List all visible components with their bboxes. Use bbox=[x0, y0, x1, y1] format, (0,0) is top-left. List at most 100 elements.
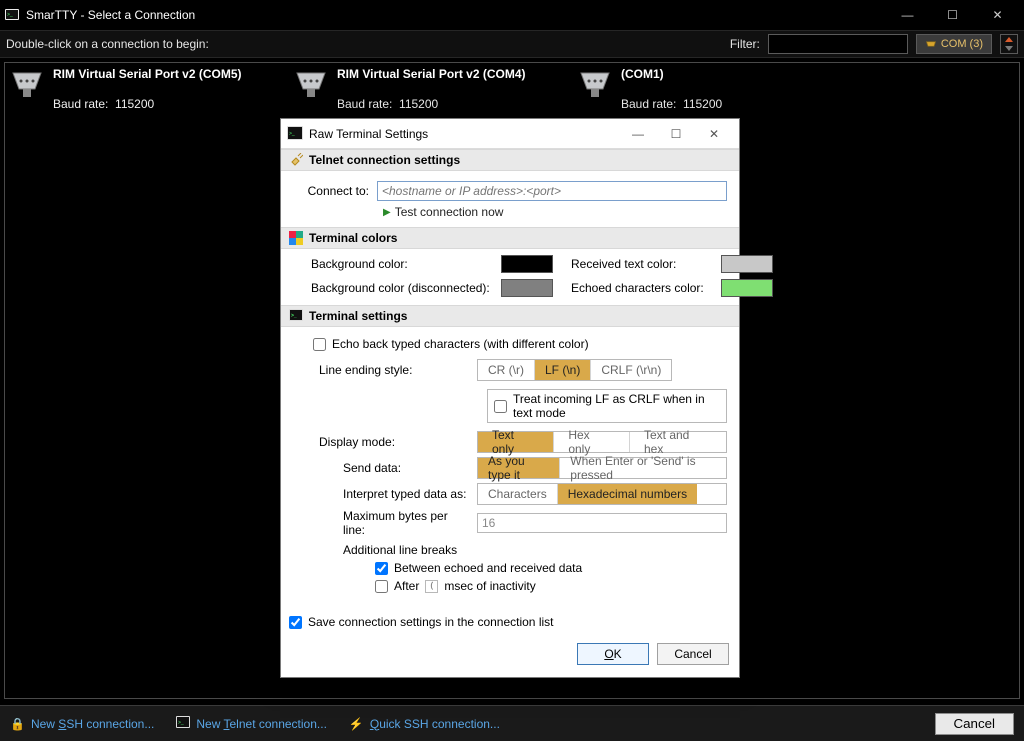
quick-ssh-link[interactable]: ⚡ Quick SSH connection... bbox=[349, 717, 500, 731]
raw-terminal-settings-dialog: >_ Raw Terminal Settings — ☐ ✕ Telnet co… bbox=[280, 118, 740, 678]
dialog-titlebar: >_ Raw Terminal Settings — ☐ ✕ bbox=[281, 119, 739, 149]
connection-item[interactable]: (COM1) Baud rate: 115200 bbox=[577, 67, 837, 111]
telnet-section-title: Telnet connection settings bbox=[309, 153, 460, 167]
test-connection-link[interactable]: ▶ Test connection now bbox=[383, 205, 727, 219]
dialog-title: Raw Terminal Settings bbox=[309, 127, 428, 141]
filter-hint: Double-click on a connection to begin: bbox=[6, 37, 209, 51]
main-titlebar: >_ SmarTTY - Select a Connection — ☐ ✕ bbox=[0, 0, 1024, 30]
display-mode-text[interactable]: Text only bbox=[478, 432, 554, 452]
connection-baudrate: Baud rate: 115200 bbox=[621, 97, 722, 111]
break-after-input[interactable] bbox=[425, 580, 438, 593]
com-ports-button[interactable]: COM (3) bbox=[916, 34, 992, 54]
connection-baudrate: Baud rate: 115200 bbox=[337, 97, 526, 111]
svg-text:>_: >_ bbox=[7, 12, 13, 18]
break-between-label: Between echoed and received data bbox=[394, 561, 582, 575]
break-after-pre: After bbox=[394, 579, 419, 593]
send-data-selector: As you type it When Enter or 'Send' is p… bbox=[477, 457, 727, 479]
send-data-typing[interactable]: As you type it bbox=[478, 458, 560, 478]
dialog-minimize-button[interactable]: — bbox=[619, 120, 657, 148]
line-ending-lf[interactable]: LF (\n) bbox=[535, 360, 591, 380]
connection-name: RIM Virtual Serial Port v2 (COM5) bbox=[53, 67, 242, 81]
bolt-icon: ⚡ bbox=[349, 717, 364, 731]
palette-icon bbox=[289, 231, 303, 245]
bgdc-color-swatch[interactable] bbox=[501, 279, 553, 297]
connection-item[interactable]: RIM Virtual Serial Port v2 (COM4) Baud r… bbox=[293, 67, 553, 111]
terminal-section-header: >_ Terminal settings bbox=[281, 305, 739, 327]
dialog-maximize-button[interactable]: ☐ bbox=[657, 120, 695, 148]
colors-section-header: Terminal colors bbox=[281, 227, 739, 249]
additional-breaks-label: Additional line breaks bbox=[343, 543, 727, 557]
svg-text:>_: >_ bbox=[291, 313, 297, 319]
serial-port-icon bbox=[577, 67, 613, 99]
filter-bar: Double-click on a connection to begin: F… bbox=[0, 30, 1024, 58]
connection-name: (COM1) bbox=[621, 67, 722, 81]
connection-baudrate: Baud rate: 115200 bbox=[53, 97, 242, 111]
interpret-label: Interpret typed data as: bbox=[319, 487, 469, 501]
serial-port-icon bbox=[9, 67, 45, 99]
telnet-section-header: Telnet connection settings bbox=[281, 149, 739, 171]
line-ending-cr[interactable]: CR (\r) bbox=[478, 360, 535, 380]
connection-name: RIM Virtual Serial Port v2 (COM4) bbox=[337, 67, 526, 81]
treat-lf-checkbox[interactable] bbox=[494, 400, 507, 413]
bg-color-label: Background color: bbox=[311, 257, 491, 271]
terminal-icon: >_ bbox=[287, 126, 303, 142]
new-telnet-link[interactable]: >_ New Telnet connection... bbox=[176, 716, 327, 731]
main-close-button[interactable]: ✕ bbox=[975, 0, 1020, 30]
echo-back-checkbox[interactable] bbox=[313, 338, 326, 351]
terminal-section-title: Terminal settings bbox=[309, 309, 407, 323]
main-minimize-button[interactable]: — bbox=[885, 0, 930, 30]
line-ending-label: Line ending style: bbox=[319, 363, 469, 377]
bottom-bar: 🔒 New SSH connection... >_ New Telnet co… bbox=[0, 705, 1024, 741]
terminal-icon: >_ bbox=[289, 309, 303, 323]
serial-port-icon bbox=[925, 38, 937, 50]
interpret-chars[interactable]: Characters bbox=[478, 484, 558, 504]
display-mode-hex[interactable]: Hex only bbox=[554, 432, 630, 452]
send-data-enter[interactable]: When Enter or 'Send' is pressed bbox=[560, 458, 726, 478]
play-icon: ▶ bbox=[383, 207, 391, 218]
ok-button[interactable]: OK bbox=[577, 643, 649, 665]
dialog-cancel-button[interactable]: Cancel bbox=[657, 643, 729, 665]
filter-label: Filter: bbox=[730, 37, 760, 51]
connect-to-label: Connect to: bbox=[293, 184, 369, 198]
bgdc-color-label: Background color (disconnected): bbox=[311, 281, 491, 295]
new-ssh-link[interactable]: 🔒 New SSH connection... bbox=[10, 717, 154, 731]
treat-lf-label: Treat incoming LF as CRLF when in text m… bbox=[513, 392, 720, 420]
app-title: SmarTTY - Select a Connection bbox=[26, 8, 195, 22]
filter-input[interactable] bbox=[768, 34, 908, 54]
serial-port-icon bbox=[293, 67, 329, 99]
recv-color-swatch[interactable] bbox=[721, 255, 773, 273]
send-data-label: Send data: bbox=[319, 461, 469, 475]
svg-text:>_: >_ bbox=[289, 131, 295, 137]
display-mode-label: Display mode: bbox=[319, 435, 469, 449]
colors-section-title: Terminal colors bbox=[309, 231, 397, 245]
plug-icon bbox=[289, 153, 303, 167]
cancel-button[interactable]: Cancel bbox=[935, 713, 1015, 735]
lock-icon: 🔒 bbox=[10, 717, 25, 731]
display-mode-selector: Text only Hex only Text and hex bbox=[477, 431, 727, 453]
max-bytes-label: Maximum bytes per line: bbox=[319, 509, 469, 537]
interpret-selector: Characters Hexadecimal numbers bbox=[477, 483, 727, 505]
line-ending-selector: CR (\r) LF (\n) CRLF (\r\n) bbox=[477, 359, 672, 381]
line-ending-crlf[interactable]: CRLF (\r\n) bbox=[591, 360, 671, 380]
break-between-checkbox[interactable] bbox=[375, 562, 388, 575]
max-bytes-input[interactable] bbox=[477, 513, 727, 533]
interpret-hex[interactable]: Hexadecimal numbers bbox=[558, 484, 697, 504]
recv-color-label: Received text color: bbox=[571, 257, 711, 271]
save-settings-checkbox[interactable] bbox=[289, 616, 302, 629]
sort-toggle[interactable] bbox=[1000, 34, 1018, 54]
app-icon: >_ bbox=[4, 7, 20, 23]
bg-color-swatch[interactable] bbox=[501, 255, 553, 273]
main-maximize-button[interactable]: ☐ bbox=[930, 0, 975, 30]
com-ports-label: COM (3) bbox=[941, 38, 983, 50]
connect-to-input[interactable] bbox=[377, 181, 727, 201]
break-after-post: msec of inactivity bbox=[444, 579, 535, 593]
svg-text:>_: >_ bbox=[178, 720, 184, 726]
connection-item[interactable]: RIM Virtual Serial Port v2 (COM5) Baud r… bbox=[9, 67, 269, 111]
echo-color-swatch[interactable] bbox=[721, 279, 773, 297]
echo-back-label: Echo back typed characters (with differe… bbox=[332, 337, 589, 351]
display-mode-both[interactable]: Text and hex bbox=[630, 432, 726, 452]
dialog-close-button[interactable]: ✕ bbox=[695, 120, 733, 148]
break-after-checkbox[interactable] bbox=[375, 580, 388, 593]
echo-color-label: Echoed characters color: bbox=[571, 281, 711, 295]
save-settings-label: Save connection settings in the connecti… bbox=[308, 615, 553, 629]
